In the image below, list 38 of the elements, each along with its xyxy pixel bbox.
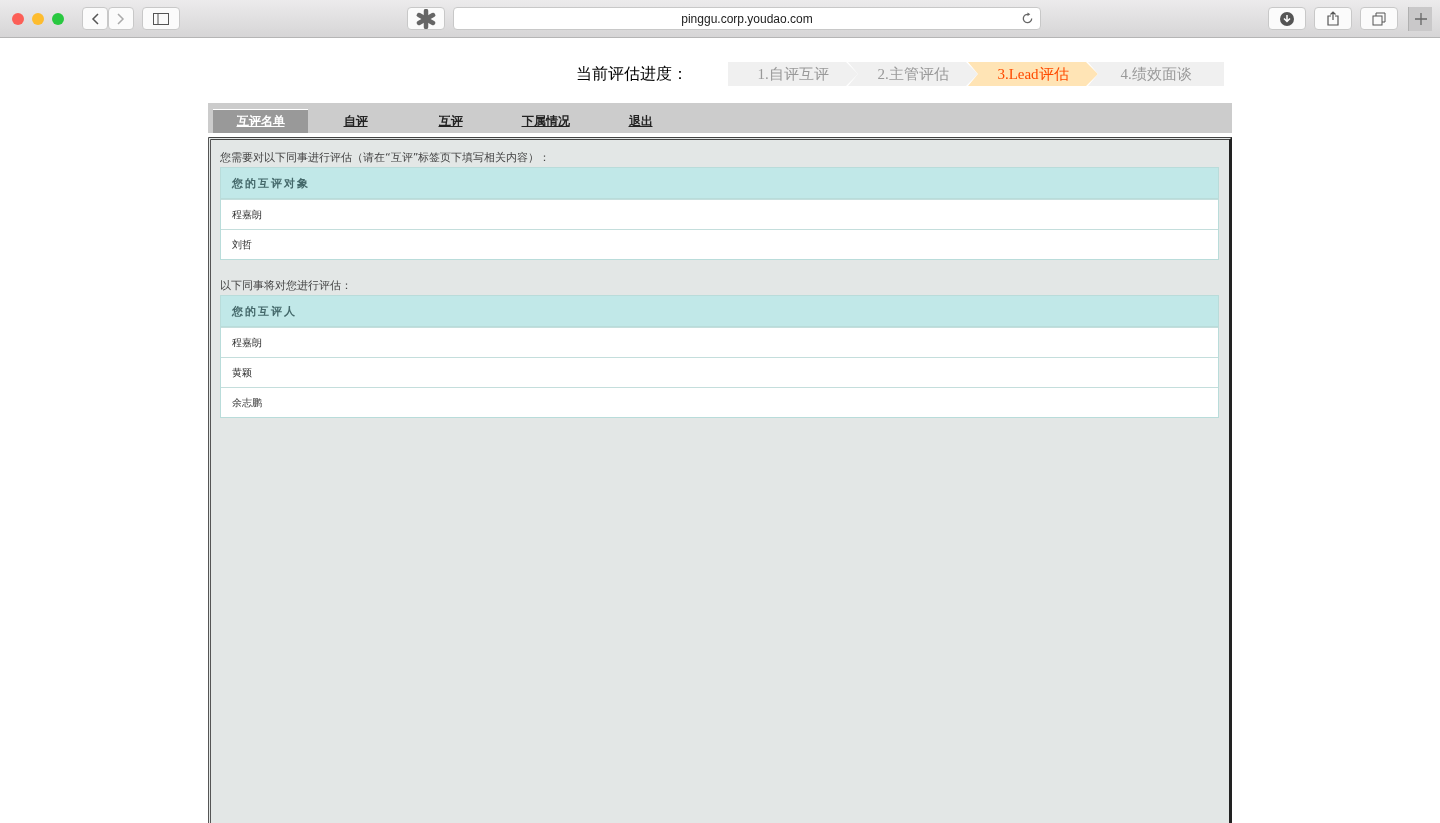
back-button[interactable] xyxy=(82,7,108,30)
reload-icon[interactable] xyxy=(1021,12,1034,25)
download-icon xyxy=(1280,11,1294,26)
progress-step: 2.主管评估 xyxy=(848,62,978,86)
section-caption: 以下同事将对您进行评估： xyxy=(220,278,353,293)
sidebar-button[interactable] xyxy=(142,7,180,30)
tabs-button[interactable] xyxy=(1360,7,1398,30)
table-cell: 程嘉朗 xyxy=(221,327,1218,357)
section-caption: 您需要对以下同事进行评估（请在“互评”标签页下填写相关内容）： xyxy=(220,150,552,165)
tabs-icon xyxy=(1372,11,1386,26)
table-cell: 黄颖 xyxy=(221,357,1218,387)
sidebar-icon xyxy=(153,12,169,25)
asterisk-icon xyxy=(416,8,436,29)
nav-tab[interactable]: 下属情况 xyxy=(498,109,593,133)
chevron-right-icon xyxy=(117,12,125,25)
nav-tab[interactable]: 退出 xyxy=(593,109,688,133)
share-button[interactable] xyxy=(1314,7,1352,30)
chevron-left-icon xyxy=(91,12,99,25)
table-header: 您的互评对象 xyxy=(221,168,1218,199)
forward-button[interactable] xyxy=(108,7,134,30)
progress-step: 4.绩效面谈 xyxy=(1088,62,1224,86)
table-cell: 刘哲 xyxy=(221,229,1218,259)
share-icon xyxy=(1327,11,1339,26)
extension-button[interactable] xyxy=(407,7,445,30)
maximize-icon[interactable] xyxy=(52,12,64,25)
new-tab-button[interactable] xyxy=(1408,6,1432,31)
progress-step: 1.自评互评 xyxy=(728,62,858,86)
close-icon[interactable] xyxy=(12,12,24,25)
address-field[interactable]: pinggu.corp.youdao.com xyxy=(453,7,1041,30)
download-button[interactable] xyxy=(1268,7,1306,30)
nav-tab[interactable]: 自评 xyxy=(308,109,403,133)
nav-tab[interactable]: 互评 xyxy=(403,109,498,133)
table-cell: 余志鹏 xyxy=(221,387,1218,417)
table-header: 您的互评人 xyxy=(221,296,1218,327)
progress-label: 当前评估进度： xyxy=(576,63,688,84)
plus-icon xyxy=(1414,12,1427,25)
progress-step: 3.Lead评估 xyxy=(968,62,1098,86)
table-cell: 程嘉朗 xyxy=(221,199,1218,229)
